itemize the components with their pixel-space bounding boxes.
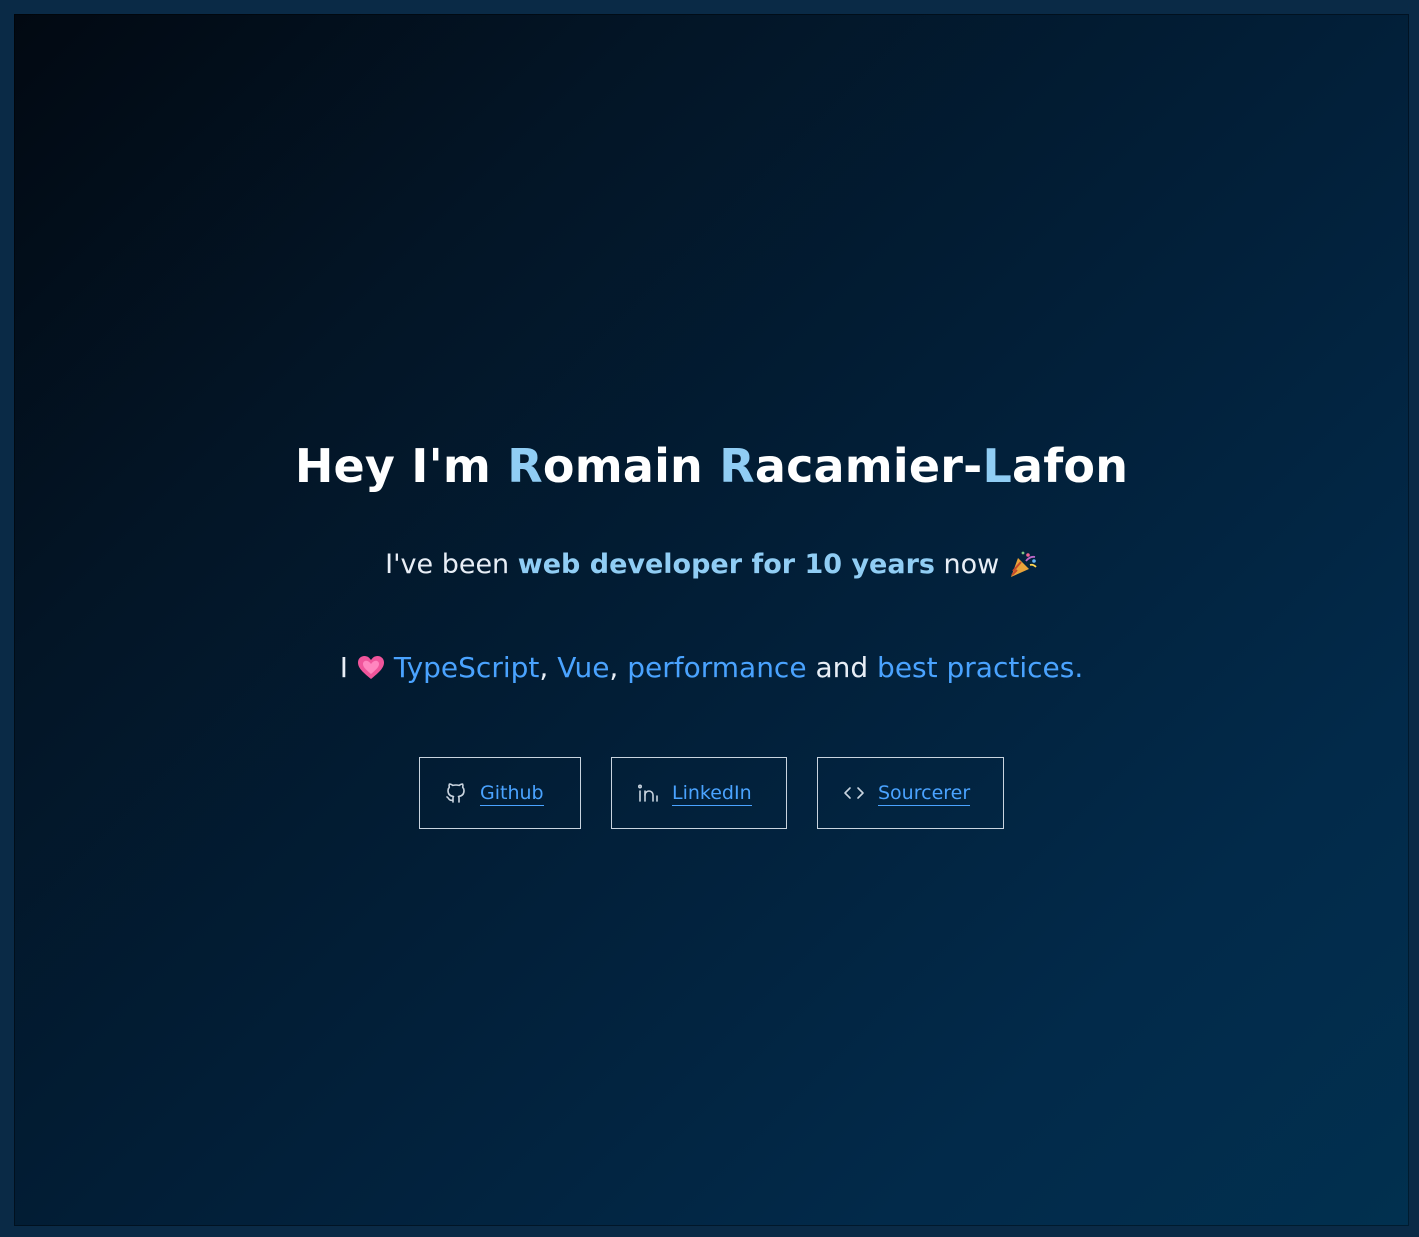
tagline-after: now — [934, 549, 1008, 580]
linkedin-link-label: LinkedIn — [672, 781, 752, 806]
tagline: I've been web developer for 10 years now — [14, 549, 1409, 580]
loves-sep-1: , — [539, 651, 558, 684]
party-popper-icon — [1008, 549, 1038, 579]
title-last-initial-2: L — [982, 439, 1012, 493]
sourcerer-link[interactable]: Sourcerer — [817, 757, 1004, 829]
tech-typescript: TypeScript — [393, 651, 540, 684]
loves-line: I TypeScript, Vue, performance and best … — [14, 651, 1409, 684]
code-brackets-icon — [842, 781, 866, 805]
sourcerer-link-label: Sourcerer — [878, 781, 971, 806]
github-link-label: Github — [480, 781, 544, 806]
github-icon — [444, 781, 468, 805]
loves-prefix: I — [339, 651, 357, 684]
title-last-rest-2: afon — [1011, 439, 1129, 493]
heart-icon — [357, 655, 385, 681]
tech-vue: Vue — [557, 651, 610, 684]
loves-sep-2: , — [609, 651, 628, 684]
title-first-initial: R — [507, 439, 543, 493]
github-link[interactable]: Github — [419, 757, 581, 829]
social-links: Github LinkedIn Sourcerer — [14, 757, 1409, 833]
page-title: Hey I'm Romain Racamier-Lafon — [14, 439, 1409, 493]
title-first-rest: omain — [542, 439, 720, 493]
title-last-initial-1: R — [719, 439, 755, 493]
title-last-rest-1: acamier- — [754, 439, 983, 493]
tagline-highlight: web developer for 10 years — [517, 549, 935, 580]
linkedin-icon — [636, 781, 660, 805]
linkedin-link[interactable]: LinkedIn — [611, 757, 787, 829]
loves-sep-3: and — [806, 651, 878, 684]
tech-best-practices: best practices. — [877, 651, 1084, 684]
title-prefix: Hey I'm — [294, 439, 508, 493]
window-frame: Hey I'm Romain Racamier-Lafon I've been … — [0, 0, 1419, 1237]
page-background: Hey I'm Romain Racamier-Lafon I've been … — [14, 14, 1409, 1226]
tech-performance: performance — [627, 651, 807, 684]
tagline-before: I've been — [385, 549, 518, 580]
